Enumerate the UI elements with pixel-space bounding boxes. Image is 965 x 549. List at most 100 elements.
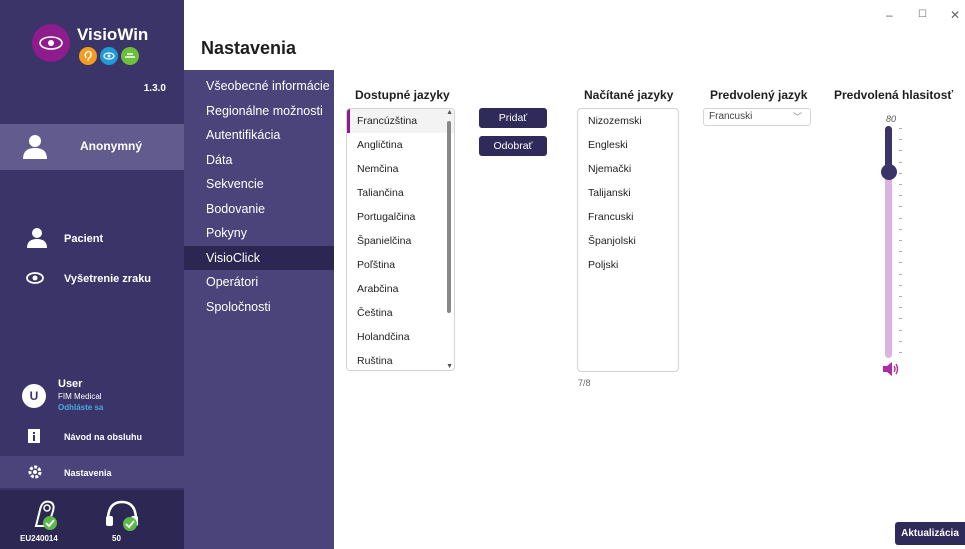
default-volume-title: Predvolená hlasitosť (834, 88, 954, 102)
nav-settings[interactable]: Nastavenia (0, 456, 184, 488)
list-item[interactable]: Francúzština (347, 109, 454, 133)
settings-item-companies[interactable]: Spoločnosti (184, 295, 334, 320)
headphones-id: 50 (112, 534, 121, 543)
scroll-down-icon[interactable]: ▼ (446, 363, 453, 370)
logout-link[interactable]: Odhláste sa (58, 403, 103, 412)
settings-item-instructions[interactable]: Pokyny (184, 221, 334, 246)
list-item[interactable]: Portugalčina (347, 205, 454, 229)
volume-tick (899, 195, 902, 197)
eye-icon (100, 47, 118, 65)
volume-tick (899, 296, 902, 297)
user-block: U User FIM Medical Odhláste sa (0, 376, 184, 416)
gear-icon (28, 465, 42, 479)
volume-tick (899, 139, 902, 141)
chevron-down-icon: ﹀ (792, 112, 802, 122)
loaded-languages-list[interactable]: Nizozemski Engleski Njemački Talijanski Fran… (577, 108, 679, 372)
minimize-button[interactable]: – (886, 8, 893, 22)
volume-tick (899, 150, 902, 152)
app-name: VisioWin (77, 25, 149, 44)
volume-tick (899, 206, 902, 208)
list-item[interactable]: Angličtina (347, 133, 454, 157)
list-item[interactable]: Njemački (578, 157, 678, 181)
volume-tick (899, 262, 902, 264)
list-item[interactable]: Engleski (578, 133, 678, 157)
headphones-icon[interactable] (104, 498, 140, 532)
volume-tick (899, 172, 902, 174)
update-button[interactable]: Aktualizácia (895, 522, 965, 545)
volume-tick (899, 352, 902, 353)
visiowin-device-icon[interactable] (30, 496, 64, 532)
default-language-title: Predvolený jazyk (710, 88, 808, 102)
volume-slider-thumb[interactable] (881, 164, 897, 181)
scrollbar[interactable] (447, 121, 451, 313)
available-languages-items: Francúzština Angličtina Nemčina Taliančina P… (347, 109, 454, 370)
settings-item-general[interactable]: Všeobecné informácie (184, 74, 334, 99)
page-title: Nastavenia (201, 38, 297, 58)
list-item[interactable]: Ruština (347, 349, 454, 370)
logo-modules (79, 47, 139, 65)
list-item[interactable]: Talijanski (578, 181, 678, 205)
settings-list: Všeobecné informácie Regionálne možnosti… (184, 74, 334, 319)
device-strip: EU240014 50 (0, 490, 184, 549)
nav-manual[interactable]: Návod na obsluhu (0, 425, 184, 449)
nav-manual-label: Návod na obsluhu (64, 432, 143, 442)
settings-item-operators[interactable]: Operátori (184, 270, 334, 295)
loaded-languages-title: Načítané jazyky (584, 88, 674, 102)
volume-tick (899, 228, 902, 230)
default-language-select[interactable]: Francuski ﹀ (703, 108, 811, 126)
list-item[interactable]: Poljski (578, 253, 678, 277)
settings-nav: Všeobecné informácie Regionálne možnosti… (184, 0, 334, 549)
scroll-up-icon[interactable]: ▲ (446, 109, 453, 116)
volume-tick (899, 161, 902, 163)
settings-item-data[interactable]: Dáta (184, 148, 334, 173)
settings-item-visioclick[interactable]: VisioClick (184, 245, 334, 270)
list-item[interactable]: Taliančina (347, 181, 454, 205)
volume-tick (899, 251, 902, 253)
settings-header: Nastavenia (184, 0, 334, 70)
ear-icon (79, 47, 97, 65)
visiowin-logo-icon (32, 24, 70, 62)
close-button[interactable]: ✕ (950, 8, 960, 22)
volume-value: 80 (886, 114, 897, 124)
patient-icon (27, 228, 47, 248)
profile-anonymous[interactable]: Anonymný (0, 124, 184, 170)
volume-tick (899, 340, 902, 342)
available-languages-list[interactable]: Francúzština Angličtina Nemčina Taliančina P… (346, 108, 455, 371)
list-item[interactable]: Nizozemski (578, 109, 678, 133)
volume-tick (899, 128, 902, 129)
settings-item-scoring[interactable]: Bodovanie (184, 197, 334, 222)
volume-tick (899, 318, 902, 320)
list-item[interactable]: Španielčina (347, 229, 454, 253)
list-item[interactable]: Francuski (578, 205, 678, 229)
volume-tick (899, 284, 902, 286)
volume-tick (899, 307, 902, 309)
add-button[interactable]: Pridať (479, 108, 547, 128)
volume-tick (899, 273, 902, 275)
volume-tick (899, 240, 902, 241)
remove-button[interactable]: Odobrať (479, 136, 547, 156)
volume-ticks (899, 128, 902, 356)
settings-item-sequences[interactable]: Sekvencie (184, 172, 334, 197)
nav-pacient[interactable]: Pacient (0, 224, 184, 254)
sidebar: VisioWin 1.3.0 Anonymný Pacient Vyšetren… (0, 0, 184, 549)
settings-item-regional[interactable]: Regionálne možnosti (184, 99, 334, 124)
maximize-button[interactable]: ☐ (918, 9, 927, 20)
available-languages-title: Dostupné jazyky (355, 88, 450, 102)
volume-tick (899, 329, 902, 331)
nav-vysetrenie-zraku[interactable]: Vyšetrenie zraku (0, 264, 184, 294)
volume-tick (899, 184, 902, 185)
nav-vysetrenie-label: Vyšetrenie zraku (64, 273, 152, 285)
list-item[interactable]: Holandčina (347, 325, 454, 349)
nav-pacient-label: Pacient (64, 233, 104, 245)
list-item[interactable]: Nemčina (347, 157, 454, 181)
manual-icon (28, 429, 40, 443)
avatar: U (22, 384, 46, 408)
eye-icon (26, 272, 44, 284)
settings-item-authentication[interactable]: Autentifikácia (184, 123, 334, 148)
list-item[interactable]: Čeština (347, 301, 454, 325)
lungs-icon (121, 47, 139, 65)
list-item[interactable]: Španjolski (578, 229, 678, 253)
list-item[interactable]: Poľština (347, 253, 454, 277)
list-item[interactable]: Arabčina (347, 277, 454, 301)
loaded-languages-items: Nizozemski Engleski Njemački Talijanski Fran… (578, 109, 678, 277)
